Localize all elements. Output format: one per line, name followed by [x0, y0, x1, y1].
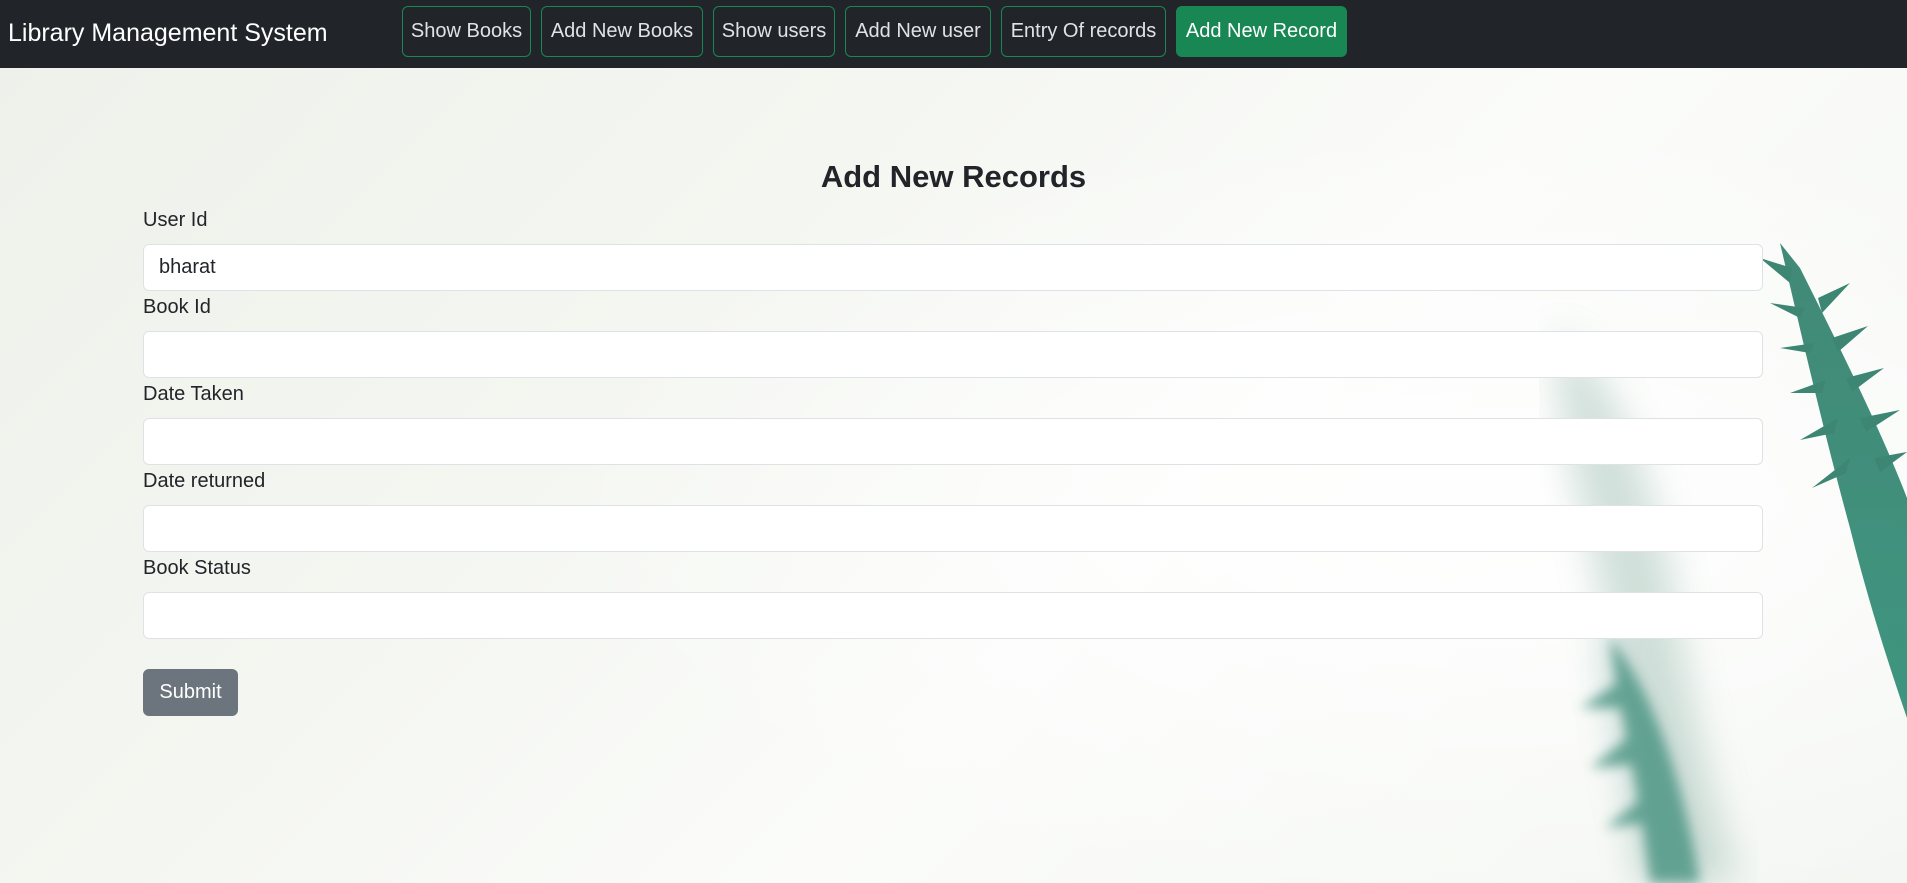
nav-add-new-books-button[interactable]: Add New Books — [541, 6, 703, 57]
date-taken-input[interactable] — [143, 418, 1763, 465]
user-id-label: User Id — [143, 209, 208, 231]
nav-add-new-user-button[interactable]: Add New user — [845, 6, 991, 57]
top-navbar: Library Management System Show Books Add… — [0, 0, 1907, 68]
book-id-input[interactable] — [143, 331, 1763, 378]
nav-show-users-button[interactable]: Show users — [713, 6, 835, 57]
book-id-label: Book Id — [143, 296, 211, 318]
user-id-input[interactable] — [143, 244, 1763, 291]
book-status-label: Book Status — [143, 557, 251, 579]
date-returned-label: Date returned — [143, 470, 266, 492]
brand-title[interactable]: Library Management System — [8, 17, 328, 49]
date-taken-label: Date Taken — [143, 383, 244, 405]
nav-entry-of-records-button[interactable]: Entry Of records — [1001, 6, 1166, 57]
page-title: Add New Records — [820, 159, 1087, 194]
nav-show-books-button[interactable]: Show Books — [402, 6, 531, 57]
nav-add-new-record-button[interactable]: Add New Record — [1176, 6, 1347, 57]
submit-button[interactable]: Submit — [143, 669, 238, 716]
date-returned-input[interactable] — [143, 505, 1763, 552]
book-status-input[interactable] — [143, 592, 1763, 639]
